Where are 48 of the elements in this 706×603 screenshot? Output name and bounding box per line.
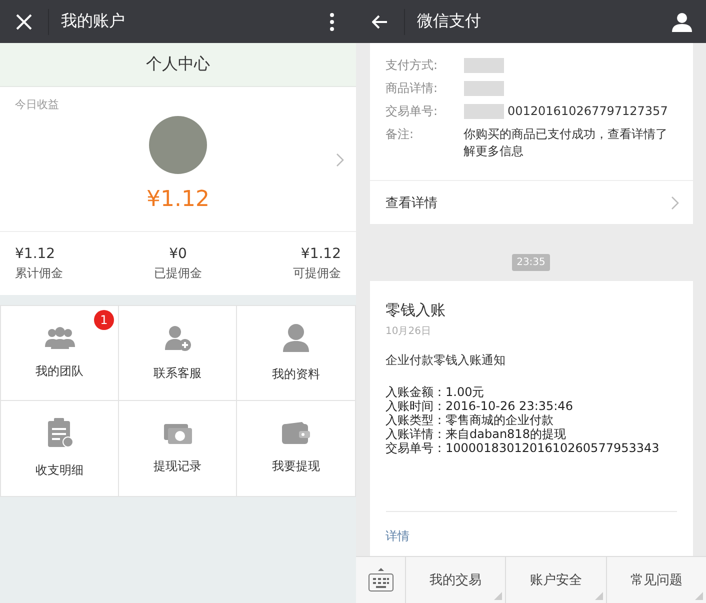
earnings-amount: ¥1.12	[146, 187, 210, 212]
field-label: 支付方式:	[386, 57, 439, 74]
wallet-icon	[282, 422, 310, 444]
bottom-menu-button[interactable]: 账户安全	[506, 557, 607, 603]
timestamp: 23:35	[512, 254, 550, 271]
field-label: 商品详情:	[386, 80, 439, 97]
field-value: 001201610267797127357	[508, 103, 668, 120]
earnings-label: 今日收益	[15, 97, 59, 112]
menu-tile[interactable]: 联系客服	[119, 306, 237, 401]
more-icon	[330, 12, 334, 30]
notice-line: 入账类型：零售商城的企业付款	[386, 413, 554, 427]
stat-value: ¥1.12	[300, 246, 341, 262]
user-icon	[283, 324, 309, 352]
header-title: 微信支付	[417, 11, 482, 32]
notification-badge: 1	[94, 310, 114, 330]
back-arrow-icon	[372, 14, 388, 28]
corner-triangle-icon	[494, 592, 502, 600]
notice-line: 入账详情：来自daban818的提现	[386, 427, 567, 441]
user-icon	[672, 12, 692, 32]
field-value: 你购买的商品已支付成功，查看详情了解更多信息	[464, 126, 668, 160]
bottom-menu-button[interactable]: 我的交易	[406, 557, 506, 603]
notice-line: 入账时间：2016-10-26 23:35:46	[386, 399, 574, 413]
corner-triangle-icon	[694, 592, 703, 600]
banknote-icon	[164, 422, 192, 444]
chevron-icon	[670, 196, 678, 210]
keyboard-icon	[368, 568, 394, 592]
chevron-icon	[336, 153, 344, 167]
group-icon	[44, 326, 74, 348]
header-title: 我的账户	[61, 11, 126, 32]
add-user-icon	[164, 324, 190, 350]
menu-tile[interactable]: 我的团队 1	[1, 306, 119, 401]
field-label: 交易单号:	[386, 103, 439, 120]
page-title: 个人中心	[0, 43, 356, 87]
close-icon	[16, 14, 32, 30]
stat-label: 可提佣金	[293, 264, 341, 282]
stat-value: ¥1.12	[15, 246, 56, 262]
bottom-menu-button[interactable]: 常见问题	[606, 557, 706, 603]
corner-triangle-icon	[594, 592, 603, 600]
notice-line: 入账金额：1.00元	[386, 385, 486, 399]
field-label: 备注:	[386, 126, 415, 143]
clipboard-icon	[46, 418, 72, 448]
stat-value: ¥0	[169, 246, 187, 262]
notice-title: 零钱入账	[386, 301, 446, 320]
notice-subtitle: 企业付款零钱入账通知	[386, 352, 506, 369]
stat-label: 累计佣金	[15, 264, 63, 282]
notice-line: 交易单号：1000018301201610260577953343	[386, 441, 660, 455]
stat-label: 已提佣金	[154, 264, 202, 282]
notice-date: 10月26日	[386, 325, 432, 338]
